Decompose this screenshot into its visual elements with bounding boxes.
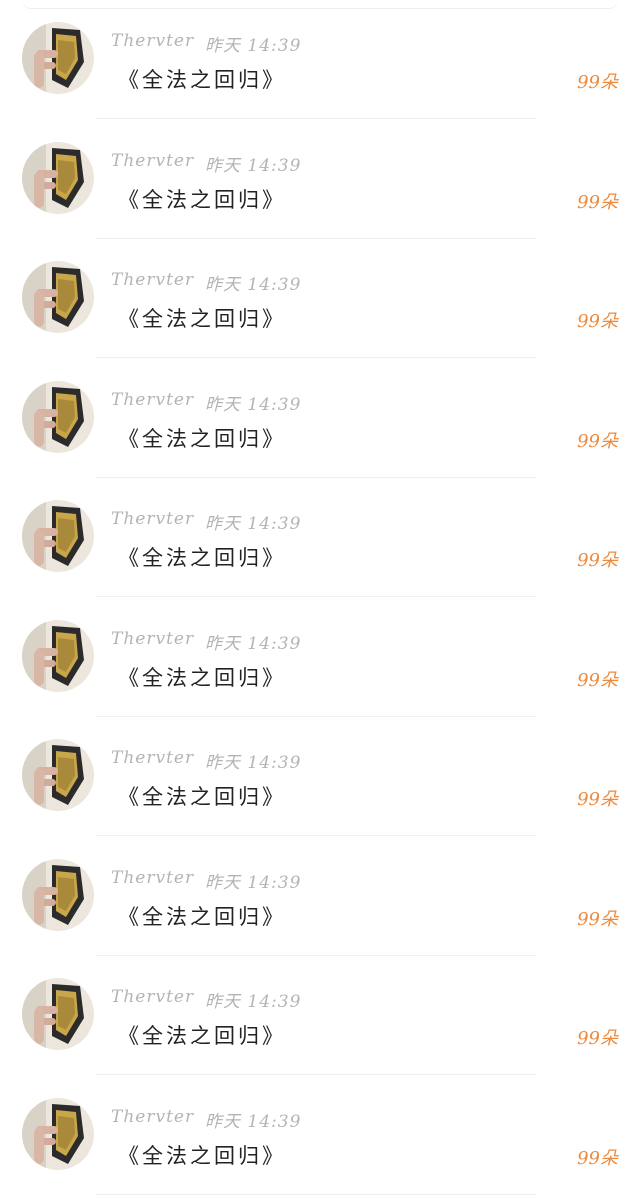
gift-record-list: Thervter 昨天 14:39 《全法之回归》 99朵 Thervter 昨… xyxy=(0,0,640,1195)
gift-count: 99朵 xyxy=(577,1028,618,1049)
user-avatar-icon[interactable] xyxy=(22,380,94,453)
gift-count: 99朵 xyxy=(577,311,618,332)
user-avatar-icon[interactable] xyxy=(22,261,94,333)
timestamp: 昨天 14:39 xyxy=(205,36,302,56)
list-item[interactable]: Thervter 昨天 14:39 《全法之回归》 99朵 xyxy=(0,120,640,240)
item-title: 《全法之回归》 xyxy=(118,68,286,92)
item-title: 《全法之回归》 xyxy=(118,307,286,331)
item-title: 《全法之回归》 xyxy=(118,665,286,690)
gift-count: 99朵 xyxy=(577,550,618,571)
username[interactable]: Thervter xyxy=(111,509,194,529)
username[interactable]: Thervter xyxy=(111,868,194,888)
list-item[interactable]: Thervter 昨天 14:39 《全法之回归》 99朵 xyxy=(0,239,640,359)
user-avatar-icon[interactable] xyxy=(22,500,94,572)
username[interactable]: Thervter xyxy=(111,1107,194,1127)
timestamp: 昨天 14:39 xyxy=(205,992,302,1012)
timestamp: 昨天 14:39 xyxy=(205,155,302,176)
user-avatar-icon[interactable] xyxy=(22,141,94,214)
username[interactable]: Thervter xyxy=(111,31,194,51)
item-title: 《全法之回归》 xyxy=(118,904,286,929)
item-title: 《全法之回归》 xyxy=(118,785,286,809)
gift-count: 99朵 xyxy=(577,789,618,810)
list-item[interactable]: Thervter 昨天 14:39 《全法之回归》 99朵 xyxy=(0,598,640,718)
gift-count: 99朵 xyxy=(577,908,618,930)
timestamp: 昨天 14:39 xyxy=(205,633,302,654)
item-title: 《全法之回归》 xyxy=(118,1143,286,1168)
timestamp: 昨天 14:39 xyxy=(205,275,302,295)
timestamp: 昨天 14:39 xyxy=(205,394,302,415)
list-item[interactable]: Thervter 昨天 14:39 《全法之回归》 99朵 xyxy=(0,837,640,957)
list-item[interactable]: Thervter 昨天 14:39 《全法之回归》 99朵 xyxy=(0,956,640,1076)
list-item[interactable]: Thervter 昨天 14:39 《全法之回归》 99朵 xyxy=(0,1076,640,1196)
username[interactable]: Thervter xyxy=(111,390,194,410)
gift-count: 99朵 xyxy=(577,1147,618,1169)
user-avatar-icon[interactable] xyxy=(22,1097,94,1170)
user-avatar-icon[interactable] xyxy=(22,858,94,931)
timestamp: 昨天 14:39 xyxy=(205,514,302,534)
item-title: 《全法之回归》 xyxy=(118,187,286,212)
user-avatar-icon[interactable] xyxy=(22,619,94,692)
user-avatar-icon[interactable] xyxy=(22,739,94,811)
timestamp: 昨天 14:39 xyxy=(205,753,302,773)
gift-count: 99朵 xyxy=(577,72,618,93)
username[interactable]: Thervter xyxy=(111,987,194,1007)
gift-count: 99朵 xyxy=(577,430,618,452)
item-title: 《全法之回归》 xyxy=(118,546,286,570)
list-item[interactable]: Thervter 昨天 14:39 《全法之回归》 99朵 xyxy=(0,359,640,479)
timestamp: 昨天 14:39 xyxy=(205,1111,302,1132)
username[interactable]: Thervter xyxy=(111,270,194,290)
item-title: 《全法之回归》 xyxy=(118,1024,286,1048)
timestamp: 昨天 14:39 xyxy=(205,872,302,893)
user-avatar-icon[interactable] xyxy=(22,22,94,94)
username[interactable]: Thervter xyxy=(111,748,194,768)
item-title: 《全法之回归》 xyxy=(118,426,286,451)
username[interactable]: Thervter xyxy=(111,151,194,171)
username[interactable]: Thervter xyxy=(111,629,194,649)
user-avatar-icon[interactable] xyxy=(22,978,94,1050)
list-item[interactable]: Thervter 昨天 14:39 《全法之回归》 99朵 xyxy=(0,478,640,598)
gift-count: 99朵 xyxy=(577,191,618,213)
list-item[interactable]: Thervter 昨天 14:39 《全法之回归》 99朵 xyxy=(0,0,640,120)
divider xyxy=(96,1193,536,1195)
list-item[interactable]: Thervter 昨天 14:39 《全法之回归》 99朵 xyxy=(0,717,640,837)
gift-count: 99朵 xyxy=(577,669,618,691)
